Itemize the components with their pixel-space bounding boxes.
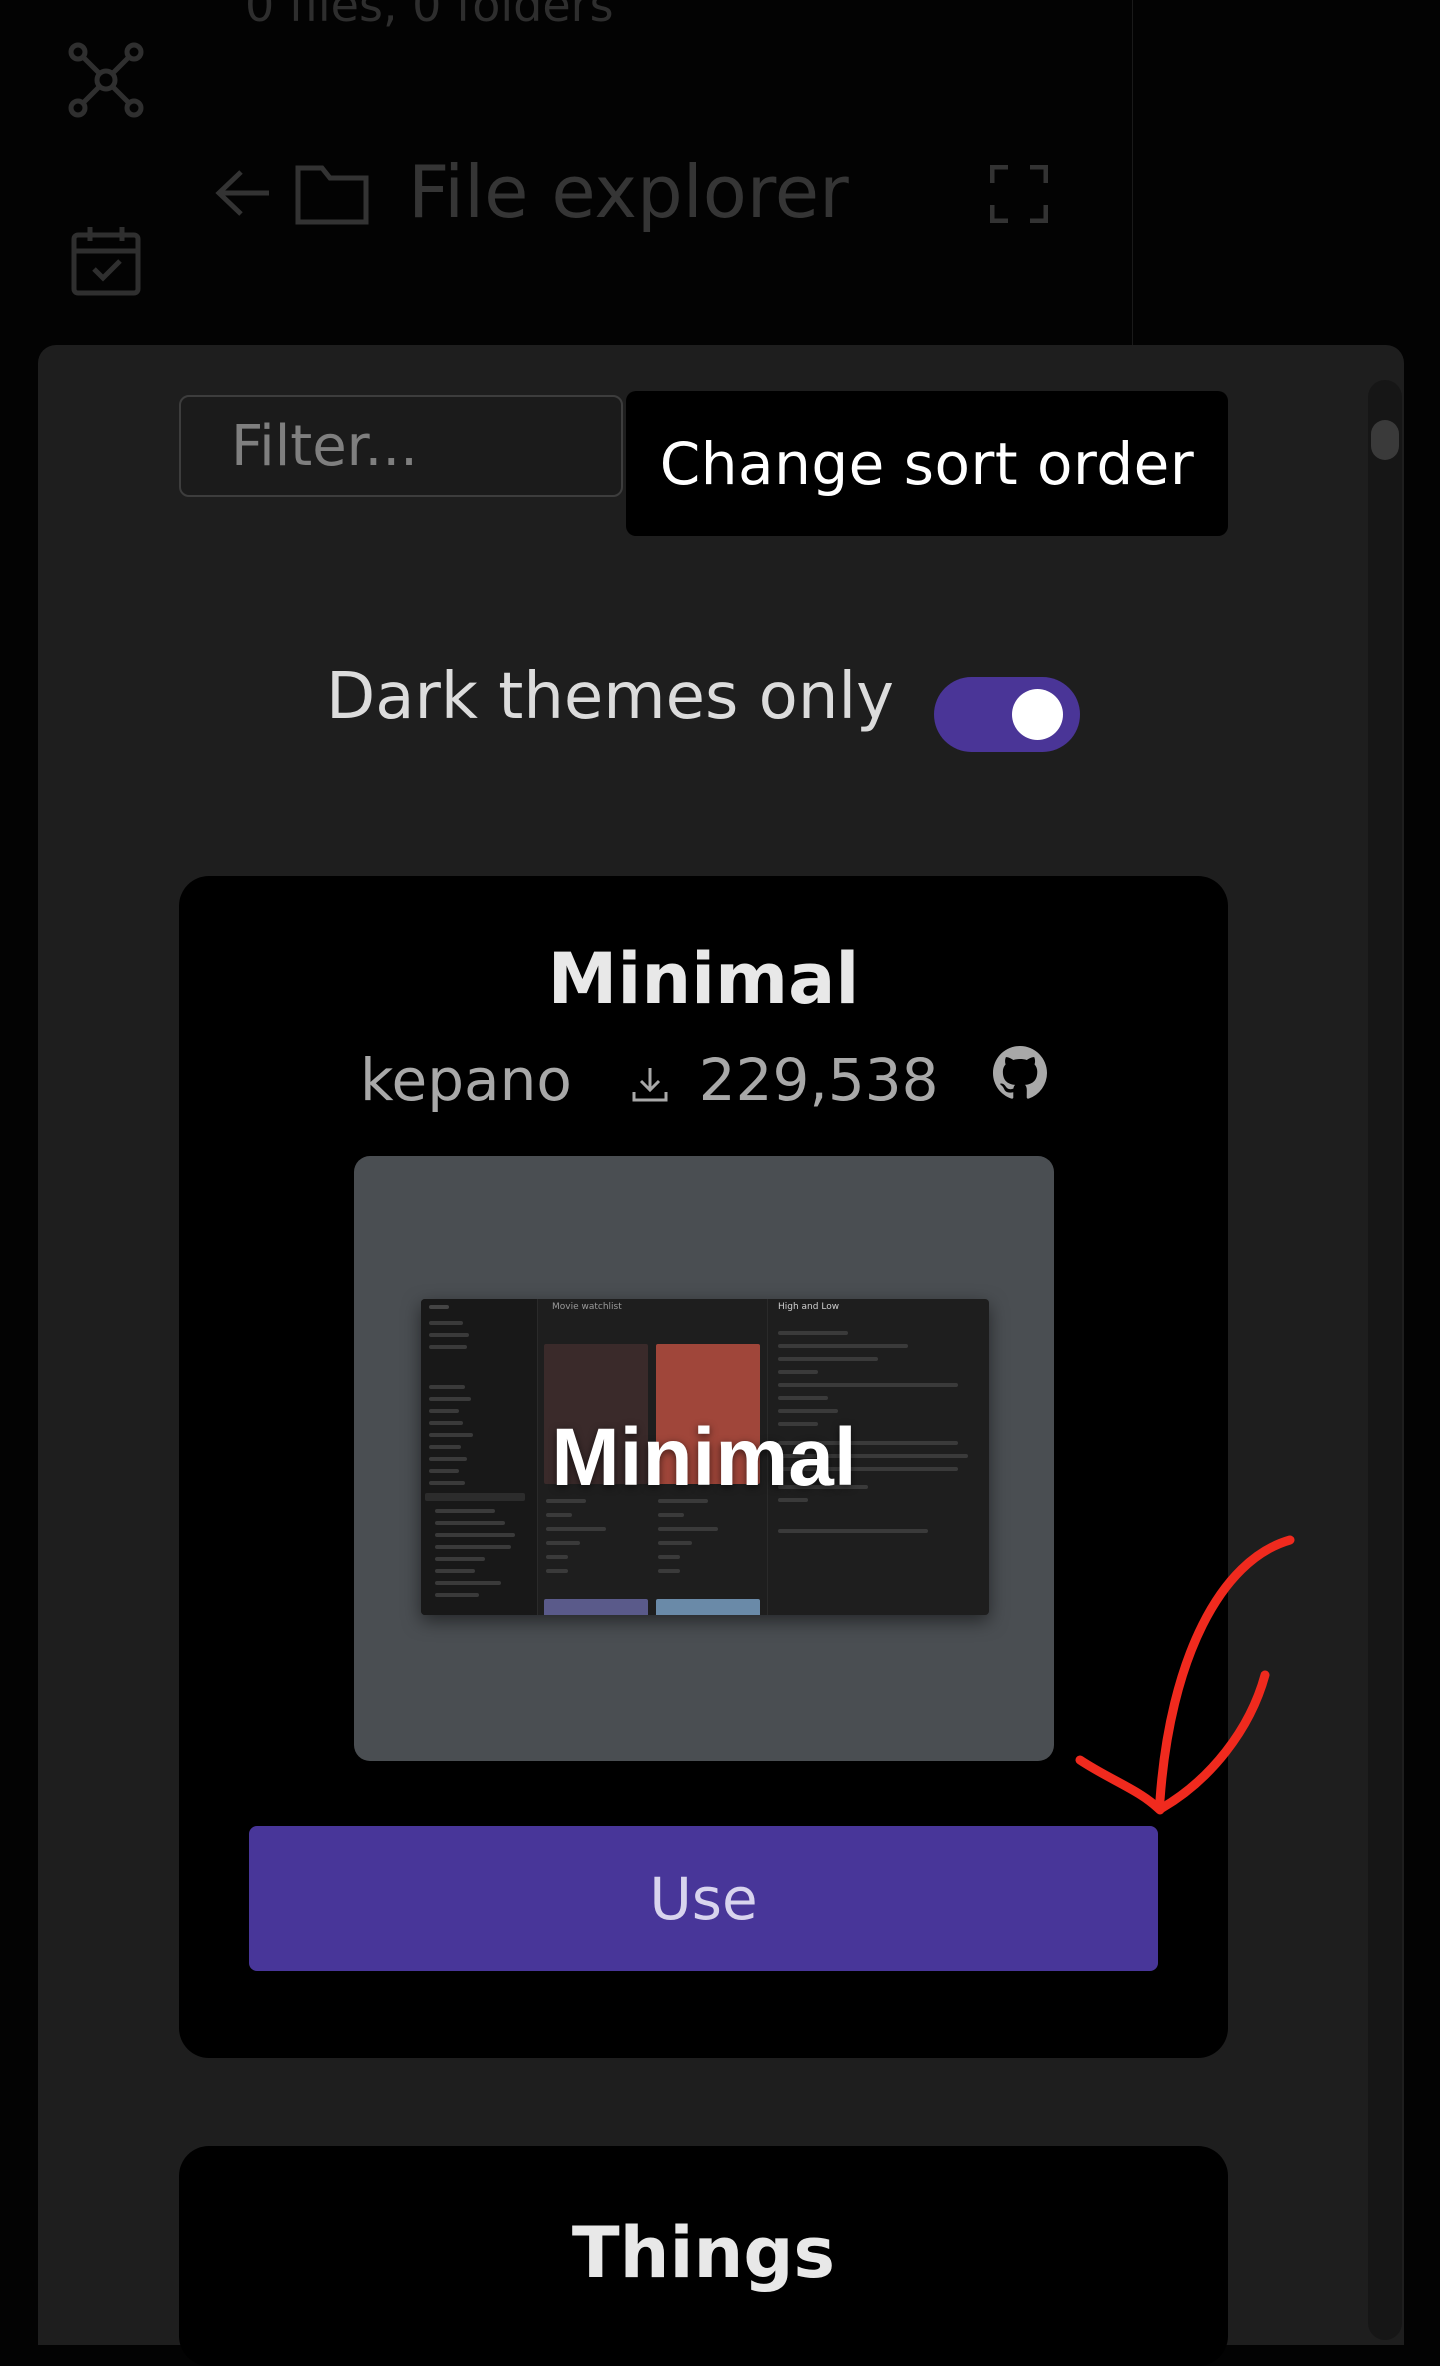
folder-icon xyxy=(295,165,369,225)
dark-themes-toggle[interactable] xyxy=(934,677,1080,752)
preview-poster xyxy=(656,1599,760,1615)
graph-icon[interactable] xyxy=(66,40,146,120)
change-sort-order-button[interactable]: Change sort order xyxy=(626,391,1228,536)
theme-name: Minimal xyxy=(547,938,860,1020)
expand-icon[interactable] xyxy=(990,165,1048,223)
download-icon xyxy=(630,1046,670,1114)
use-theme-button[interactable]: Use xyxy=(249,1826,1158,1971)
theme-meta: kepano 229,538 xyxy=(179,1042,1228,1114)
calendar-icon[interactable] xyxy=(70,225,142,297)
dark-themes-label: Dark themes only xyxy=(326,660,895,734)
theme-name: Things xyxy=(571,2212,836,2294)
back-arrow-icon[interactable] xyxy=(215,168,271,218)
github-icon[interactable] xyxy=(992,1045,1047,1114)
preview-poster xyxy=(544,1599,648,1615)
preview-overlay-title: Minimal xyxy=(551,1412,857,1503)
panel-title: File explorer xyxy=(408,150,849,234)
theme-author[interactable]: kepano xyxy=(360,1046,572,1114)
filter-input[interactable] xyxy=(179,395,623,497)
scrollbar-track[interactable] xyxy=(1368,380,1402,2340)
preview-right-title: High and Low xyxy=(778,1302,840,1312)
theme-preview-image[interactable]: Movie watchlist High and Low Minimal xyxy=(354,1156,1054,1761)
theme-card-things: Things xyxy=(179,2146,1228,2366)
toggle-knob xyxy=(1012,689,1063,740)
preview-mid-title: Movie watchlist xyxy=(552,1302,622,1312)
ribbon xyxy=(0,0,210,360)
file-count: 0 files, 0 folders xyxy=(245,0,614,32)
scrollbar-thumb[interactable] xyxy=(1371,420,1399,460)
theme-card-minimal: Minimal kepano 229,538 Movie watchlist H… xyxy=(179,876,1228,2058)
annotation-arrow xyxy=(1075,1535,1295,1815)
download-count: 229,538 xyxy=(698,1045,939,1114)
